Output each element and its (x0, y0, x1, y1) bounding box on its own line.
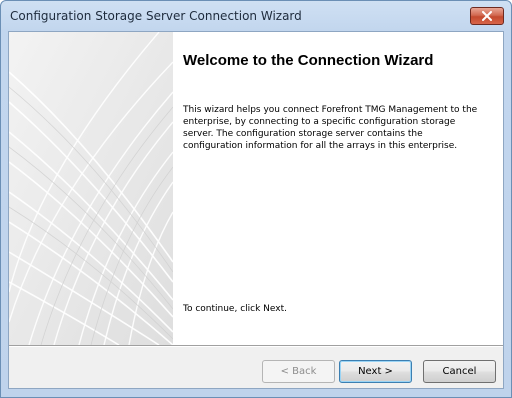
title-bar[interactable]: Configuration Storage Server Connection … (1, 1, 511, 31)
close-button[interactable] (470, 7, 504, 25)
button-separator (9, 345, 503, 347)
window-title: Configuration Storage Server Connection … (10, 9, 302, 23)
next-button[interactable]: Next > (339, 360, 412, 383)
wizard-window: Configuration Storage Server Connection … (0, 0, 512, 398)
continue-instruction: To continue, click Next. (183, 304, 287, 314)
page-title: Welcome to the Connection Wizard (183, 52, 434, 69)
wizard-body: Welcome to the Connection Wizard This wi… (8, 31, 504, 389)
banner-graphic (9, 32, 173, 345)
wizard-description: This wizard helps you connect Forefront … (183, 105, 478, 151)
back-button[interactable]: < Back (262, 360, 335, 383)
close-icon (482, 11, 492, 21)
wizard-banner (9, 32, 173, 345)
welcome-content: Welcome to the Connection Wizard This wi… (173, 32, 503, 345)
cancel-button[interactable]: Cancel (423, 360, 496, 383)
